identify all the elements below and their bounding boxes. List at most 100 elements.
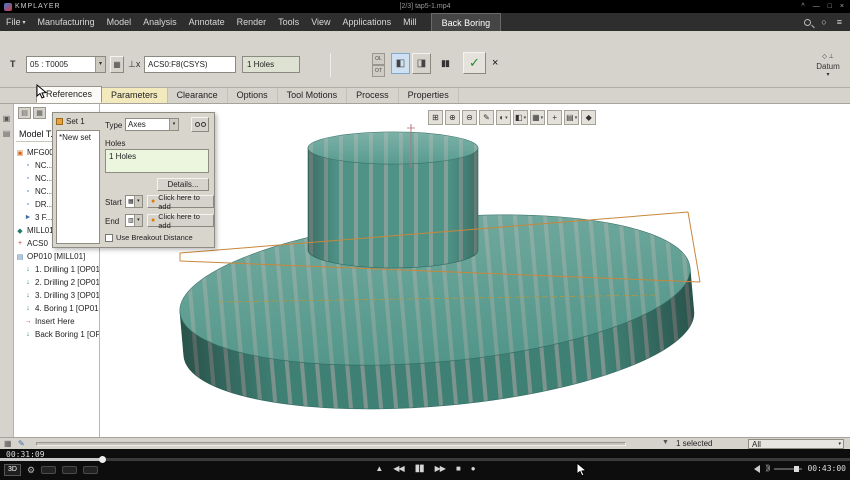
next-button[interactable]: ▶▶ — [435, 464, 445, 473]
stop-button[interactable]: ■ — [456, 464, 460, 473]
gear-icon[interactable]: ⚙ — [27, 465, 35, 476]
breakout-checkbox[interactable] — [105, 234, 113, 242]
maximize-icon[interactable]: □ — [828, 3, 832, 10]
layers-icon[interactable]: ▤ — [3, 129, 11, 138]
volume-icon[interactable] — [754, 465, 760, 473]
close-icon[interactable]: × — [840, 3, 844, 10]
menu-analysis[interactable]: Analysis — [137, 13, 183, 31]
zoom-out-button[interactable]: ⊖ — [462, 110, 477, 125]
refit-button[interactable]: ⊞ — [428, 110, 443, 125]
tab-options[interactable]: Options — [228, 88, 278, 103]
menu-model[interactable]: Model — [101, 13, 138, 31]
menu-tools[interactable]: Tools — [272, 13, 305, 31]
tree-item-insert-here[interactable]: →Insert Here — [16, 315, 99, 328]
breakout-label: Use Breakout Distance — [116, 233, 193, 242]
datum-icons[interactable]: ◇ ⊥ — [822, 53, 834, 62]
menu-view[interactable]: View — [305, 13, 336, 31]
statusbar: ▦ ✎ ▼ 1 selected All ▾ — [0, 437, 850, 449]
shading-style-button[interactable]: ◐▾ — [496, 110, 511, 125]
output-ot-toggle[interactable]: OT — [372, 65, 385, 77]
tab-properties[interactable]: Properties — [399, 88, 459, 103]
saved-views-button[interactable]: ▤▾ — [564, 110, 579, 125]
layer-tab-icon[interactable]: ▦ — [33, 107, 46, 119]
datum-display-button[interactable]: ▦▾ — [530, 110, 545, 125]
details-button[interactable]: Details... — [157, 178, 209, 191]
holes-listbox[interactable]: 1 Holes — [105, 149, 209, 173]
chevron-down-icon: ▾ — [23, 19, 26, 26]
tree-item-drilling2[interactable]: ↓2. Drilling 2 [OP010] — [16, 276, 99, 289]
volume-slider[interactable] — [774, 468, 802, 470]
end-depth-select[interactable]: ▥ ▾ — [125, 214, 143, 227]
type-select[interactable]: Axes ▾ — [125, 118, 179, 131]
csys-select[interactable]: ACS0:F8(CSYS) — [144, 56, 236, 73]
seek-knob[interactable] — [99, 456, 106, 463]
set-list-item-new[interactable]: *New set — [59, 133, 97, 142]
zoom-in-button[interactable]: ⊕ — [445, 110, 460, 125]
part-hub-cylinder[interactable] — [308, 132, 478, 268]
menu-manufacturing[interactable]: Manufacturing — [32, 13, 101, 31]
tab-process[interactable]: Process — [347, 88, 399, 103]
tree-item-drilling3[interactable]: ↓3. Drilling 3 [OP010] — [16, 289, 99, 302]
set-header: Set 1 — [56, 117, 85, 126]
tree-item-op010[interactable]: ▤OP010 [MILL01] — [16, 250, 99, 263]
volume-knob[interactable] — [794, 466, 799, 472]
tab-clearance[interactable]: Clearance — [168, 88, 228, 103]
collapse-icon[interactable]: ^ — [801, 3, 804, 10]
start-add-button[interactable]: ● Click here to add — [147, 195, 214, 208]
tool-select[interactable]: 05 : T0005 ▾ — [26, 56, 106, 73]
player-right-controls: ))) 00:43:00 — [754, 464, 846, 473]
view-manager-button[interactable]: ◆ — [581, 110, 596, 125]
display-style-button[interactable]: ◧▾ — [513, 110, 528, 125]
preview-eyeglasses-button[interactable] — [191, 117, 209, 132]
menu-render[interactable]: Render — [231, 13, 273, 31]
repaint-button[interactable]: ✎ — [479, 110, 494, 125]
tab-parameters[interactable]: Parameters — [102, 88, 168, 103]
menu-mill[interactable]: Mill — [397, 13, 423, 31]
tree-item-boring1[interactable]: ↓4. Boring 1 [OP010] — [16, 302, 99, 315]
accept-button[interactable]: ✓ — [463, 52, 486, 74]
tree-item-drilling1[interactable]: ↓1. Drilling 1 [OP010] — [16, 263, 99, 276]
search-icon[interactable] — [804, 19, 811, 26]
minimize-icon[interactable]: — — [813, 3, 820, 10]
repaint-icon[interactable]: ✎ — [18, 439, 25, 448]
spin-center-button[interactable]: + — [547, 110, 562, 125]
circle-icon[interactable]: ○ — [821, 17, 826, 27]
chevron-down-icon[interactable]: ▾ — [134, 196, 142, 207]
aspect-pill[interactable] — [83, 466, 98, 474]
filter-select[interactable]: All ▾ — [748, 439, 844, 449]
previous-button[interactable]: ◀◀ — [393, 464, 403, 473]
end-add-button[interactable]: ● Click here to add — [147, 214, 214, 227]
preset-pill[interactable] — [41, 466, 56, 474]
menu-applications[interactable]: Applications — [337, 13, 398, 31]
hamburger-menu-icon[interactable]: ≡ — [837, 17, 842, 27]
chevron-down-icon[interactable]: ▾ — [134, 215, 142, 226]
tree-tab-icon[interactable]: ▤ — [18, 107, 31, 119]
eject-button[interactable]: ▲ — [375, 464, 382, 473]
chevron-down-icon[interactable]: ▾ — [169, 119, 178, 130]
filter-icon[interactable]: ▼ — [662, 439, 669, 446]
menu-file[interactable]: File ▾ — [0, 13, 32, 31]
cancel-button[interactable]: × — [492, 57, 498, 69]
start-depth-select[interactable]: ▦ ▾ — [125, 195, 143, 208]
output-cl-toggle[interactable]: OL — [372, 53, 385, 65]
grid-icon[interactable]: ▦ — [4, 439, 12, 448]
tree-item-back-boring[interactable]: ↓Back Boring 1 [OP010] — [16, 328, 99, 341]
record-button[interactable]: ● — [471, 464, 475, 473]
mode-pill[interactable] — [62, 466, 77, 474]
folder-icon[interactable]: ▣ — [3, 114, 11, 123]
seekbar[interactable] — [0, 458, 850, 461]
pause-button[interactable]: ▮▮ — [415, 463, 424, 474]
3d-mode-badge[interactable]: 3D — [4, 464, 21, 476]
pause-feature-button[interactable]: ▮▮ — [441, 58, 449, 69]
tab-tool-motions[interactable]: Tool Motions — [278, 88, 348, 103]
chevron-down-icon[interactable]: ▾ — [836, 441, 843, 447]
message-strip — [36, 442, 626, 446]
chevron-down-icon[interactable]: ▾ — [95, 57, 105, 72]
chevron-down-icon[interactable]: ▾ — [826, 71, 829, 80]
toolpath-display-button[interactable]: ◧ — [391, 53, 410, 74]
menu-annotate[interactable]: Annotate — [183, 13, 231, 31]
gouge-check-button[interactable]: ◨ — [412, 53, 431, 74]
holes-collector-field[interactable]: 1 Holes — [242, 56, 300, 73]
tab-back-boring[interactable]: Back Boring — [431, 13, 502, 31]
tool-settings-button[interactable]: ▦ — [110, 56, 124, 73]
